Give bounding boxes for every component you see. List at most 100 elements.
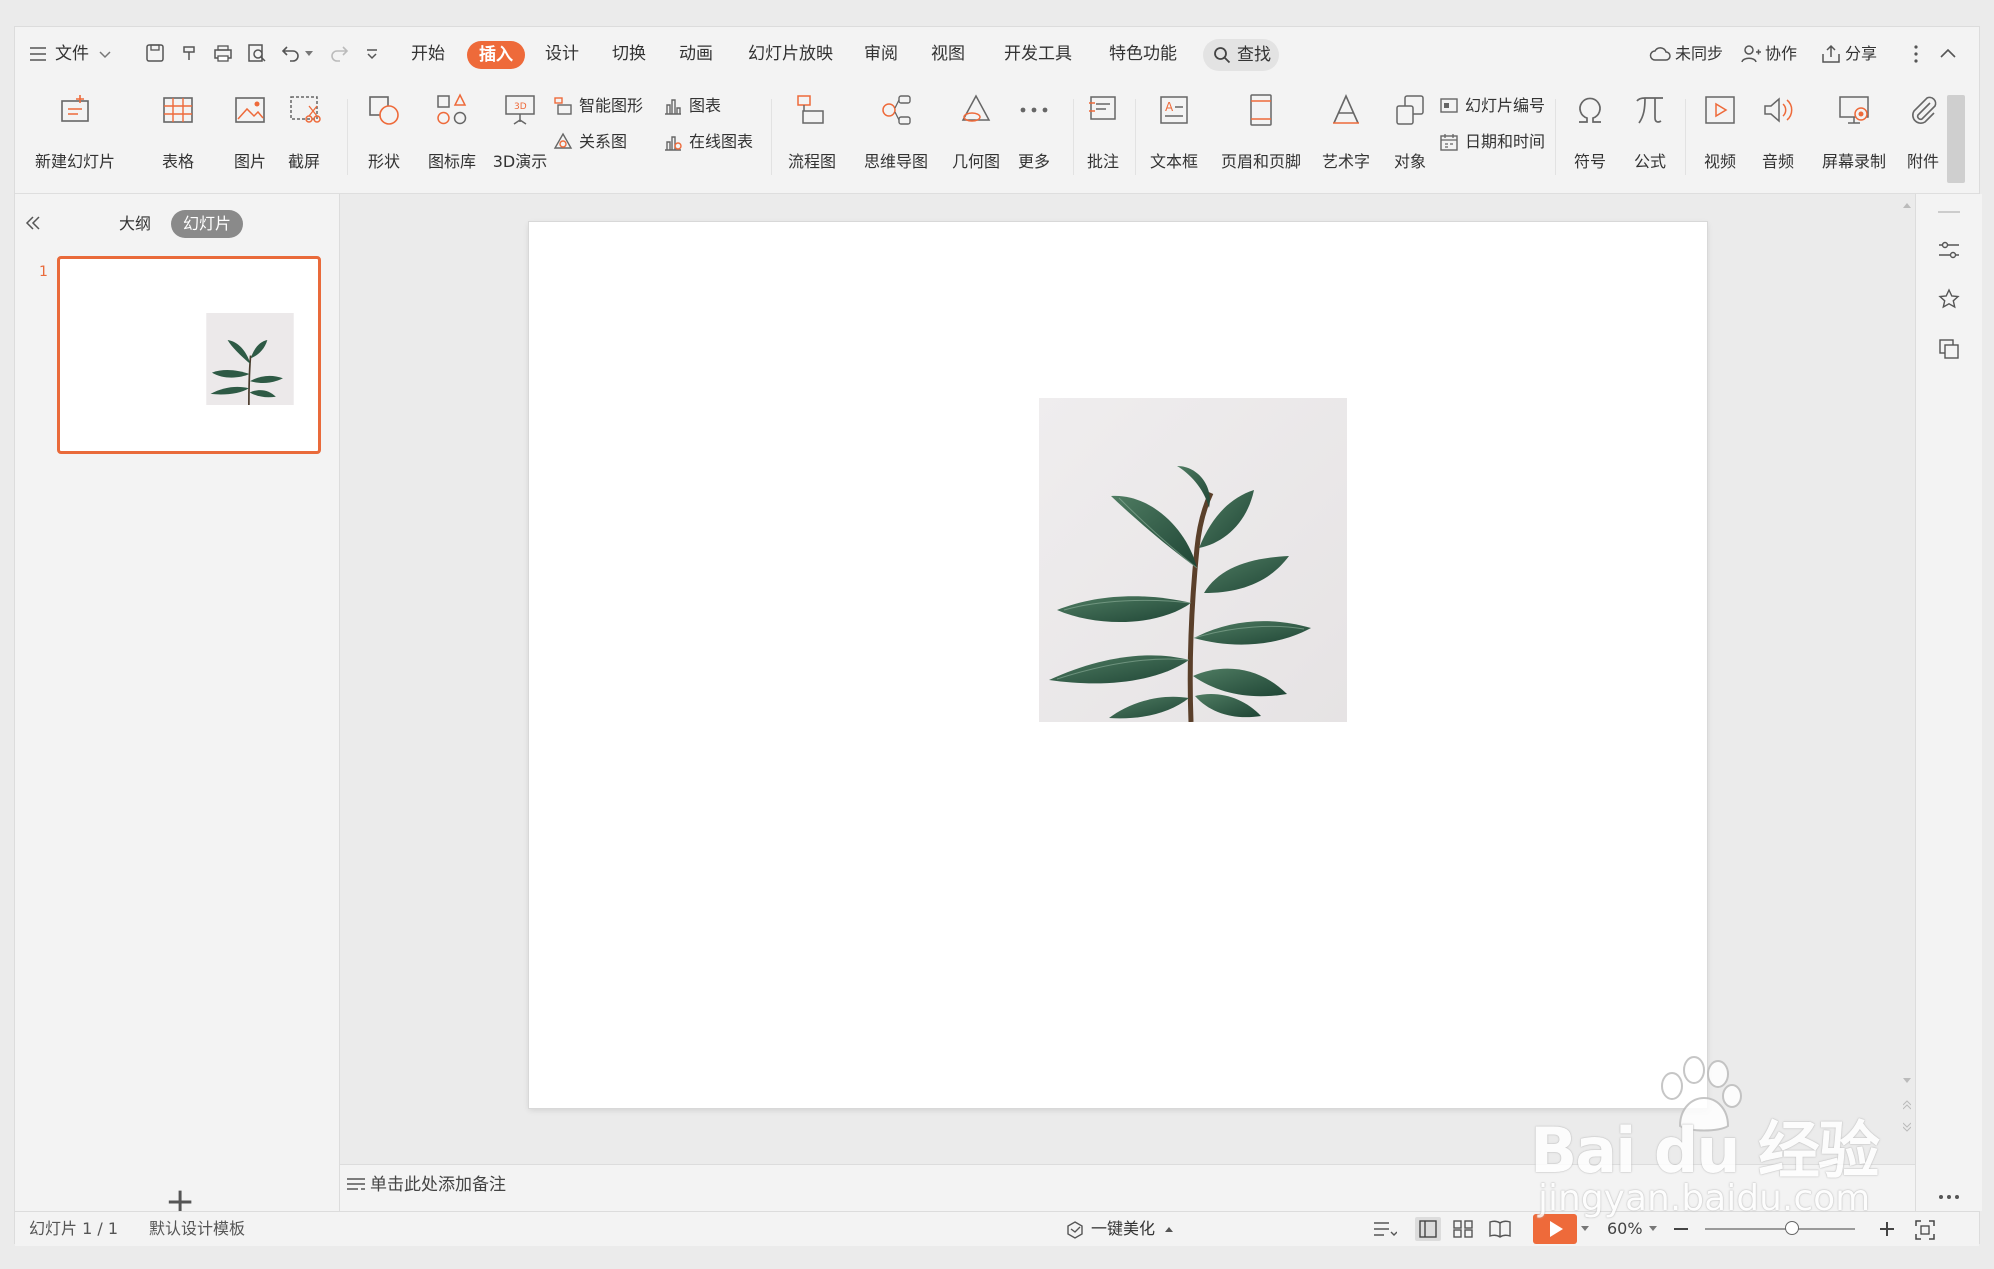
cloud-sync-icon[interactable] <box>1649 45 1671 63</box>
zoom-in-icon[interactable] <box>1879 1221 1895 1237</box>
new-slide-button[interactable]: 新建幻灯片 <box>25 81 125 193</box>
screen-record-label: 屏幕录制 <box>1821 152 1886 171</box>
print-preview-icon[interactable] <box>247 43 267 63</box>
one-click-beautify[interactable]: 一键美化 <box>1091 1212 1155 1246</box>
prev-slide-icon[interactable] <box>1903 1100 1911 1110</box>
zoom-slider-thumb[interactable] <box>1785 1221 1799 1235</box>
relation-diagram-button[interactable]: 关系图 <box>553 127 653 157</box>
slide-thumbnail-number: 1 <box>39 264 48 280</box>
collaborate-button[interactable]: 协作 <box>1765 27 1797 81</box>
save-icon[interactable] <box>145 43 165 63</box>
template-name[interactable]: 默认设计模板 <box>149 1212 245 1246</box>
smart-art-button[interactable]: 智能图形 <box>553 91 653 121</box>
zoom-level[interactable]: 60% <box>1607 1212 1643 1246</box>
symbol-button[interactable]: 符号 <box>1561 81 1619 193</box>
geometry-button[interactable]: 几何图 <box>943 81 1009 193</box>
new-slide-icon <box>61 95 89 122</box>
icon-library-button[interactable]: 图标库 <box>415 81 489 193</box>
play-slideshow-icon[interactable] <box>1533 1214 1577 1244</box>
video-button[interactable]: 视频 <box>1691 81 1749 193</box>
paperclip-icon <box>1912 96 1937 124</box>
tab-outline[interactable]: 大纲 <box>119 210 151 238</box>
online-chart-button[interactable]: 在线图表 <box>663 127 763 157</box>
slide-thumbnail-1[interactable] <box>57 256 321 454</box>
slide-sorter-icon[interactable] <box>1453 1220 1473 1238</box>
collaborate-icon[interactable] <box>1741 44 1761 64</box>
3d-demo-button[interactable]: 3D 3D演示 <box>485 81 555 193</box>
textbox-button[interactable]: A 文本框 <box>1139 81 1209 193</box>
picture-button[interactable]: 图片 <box>221 81 279 193</box>
copy-layout-icon[interactable] <box>1938 338 1960 360</box>
undo-icon[interactable] <box>281 44 301 62</box>
formula-button[interactable]: 公式 <box>1621 81 1679 193</box>
tab-transition[interactable]: 切换 <box>612 27 646 81</box>
collapse-panel-icon[interactable] <box>25 216 41 230</box>
redo-icon[interactable] <box>329 44 349 62</box>
customize-toolbar-icon[interactable] <box>365 47 379 61</box>
notes-toggle-icon[interactable] <box>1373 1220 1397 1238</box>
object-button[interactable]: 对象 <box>1385 81 1435 193</box>
screenshot-button[interactable]: 截屏 <box>275 81 333 193</box>
fit-window-icon[interactable] <box>1915 1220 1935 1240</box>
zoom-dropdown-icon[interactable] <box>1649 1226 1657 1232</box>
attachment-button[interactable]: 附件 <box>1899 81 1947 193</box>
zoom-slider-track[interactable] <box>1705 1228 1855 1230</box>
shape-button[interactable]: 形状 <box>355 81 413 193</box>
mindmap-button[interactable]: 思维导图 <box>851 81 941 193</box>
header-footer-button[interactable]: 页眉和页脚 <box>1215 81 1307 193</box>
caret-up-icon[interactable] <box>1165 1226 1173 1232</box>
normal-view-icon[interactable] <box>1415 1217 1441 1241</box>
beautify-icon[interactable] <box>1065 1220 1085 1240</box>
screen-record-button[interactable]: 屏幕录制 <box>1813 81 1895 193</box>
search-label: 查找 <box>1237 45 1271 65</box>
search-box[interactable]: 查找 <box>1203 39 1279 71</box>
next-slide-icon[interactable] <box>1903 1122 1911 1132</box>
canvas-vertical-scrollbar[interactable] <box>1899 194 1915 1164</box>
tab-slides[interactable]: 幻灯片 <box>171 210 244 238</box>
tab-special-features[interactable]: 特色功能 <box>1109 27 1177 81</box>
share-button[interactable]: 分享 <box>1845 27 1877 81</box>
tab-view[interactable]: 视图 <box>931 27 965 81</box>
format-painter-icon[interactable] <box>180 43 200 63</box>
picture-label: 图片 <box>233 152 266 171</box>
comment-button[interactable]: 批注 <box>1077 81 1129 193</box>
tab-insert[interactable]: 插入 <box>467 41 525 69</box>
scroll-down-icon[interactable] <box>1903 1078 1911 1084</box>
tab-design[interactable]: 设计 <box>545 27 579 81</box>
icon-library-label: 图标库 <box>427 152 476 171</box>
zoom-out-icon[interactable] <box>1673 1222 1689 1236</box>
scroll-up-icon[interactable] <box>1903 202 1911 208</box>
tab-developer[interactable]: 开发工具 <box>1004 27 1072 81</box>
slideshow-dropdown-icon[interactable] <box>1581 1226 1589 1232</box>
sync-status[interactable]: 未同步 <box>1675 27 1723 81</box>
table-button[interactable]: 表格 <box>149 81 207 193</box>
collapse-ribbon-icon[interactable] <box>1939 47 1957 59</box>
reading-view-icon[interactable] <box>1489 1220 1511 1238</box>
plant-image[interactable] <box>1039 398 1347 722</box>
tab-home[interactable]: 开始 <box>411 27 445 81</box>
tab-slideshow[interactable]: 幻灯片放映 <box>748 27 833 81</box>
hamburger-menu-icon[interactable] <box>29 46 47 62</box>
more-vertical-icon[interactable] <box>1913 44 1919 64</box>
more-horizontal-icon[interactable] <box>1938 1194 1960 1200</box>
file-menu[interactable]: 文件 <box>55 27 89 81</box>
chart-button[interactable]: 图表 <box>663 91 733 121</box>
tab-animation[interactable]: 动画 <box>679 27 713 81</box>
svg-text:A: A <box>1165 100 1174 114</box>
wordart-button[interactable]: 艺术字 <box>1311 81 1381 193</box>
chevron-down-icon[interactable] <box>99 51 111 59</box>
ribbon-scroll-right[interactable] <box>1947 95 1965 183</box>
tab-review[interactable]: 审阅 <box>864 27 898 81</box>
adjust-settings-icon[interactable] <box>1938 240 1960 260</box>
star-icon[interactable] <box>1938 288 1960 310</box>
audio-button[interactable]: 音频 <box>1749 81 1807 193</box>
undo-dropdown-icon[interactable] <box>305 51 313 57</box>
datetime-button[interactable]: 日期和时间 <box>1439 127 1559 157</box>
share-icon[interactable] <box>1821 44 1841 64</box>
slide-number-button[interactable]: 幻灯片编号 <box>1439 91 1559 121</box>
print-icon[interactable] <box>213 43 233 63</box>
more-button[interactable]: 更多 <box>1005 81 1063 193</box>
notes-area[interactable]: 单击此处添加备注 <box>340 1164 1915 1212</box>
slide-1[interactable] <box>529 222 1707 1108</box>
flowchart-button[interactable]: 流程图 <box>777 81 847 193</box>
